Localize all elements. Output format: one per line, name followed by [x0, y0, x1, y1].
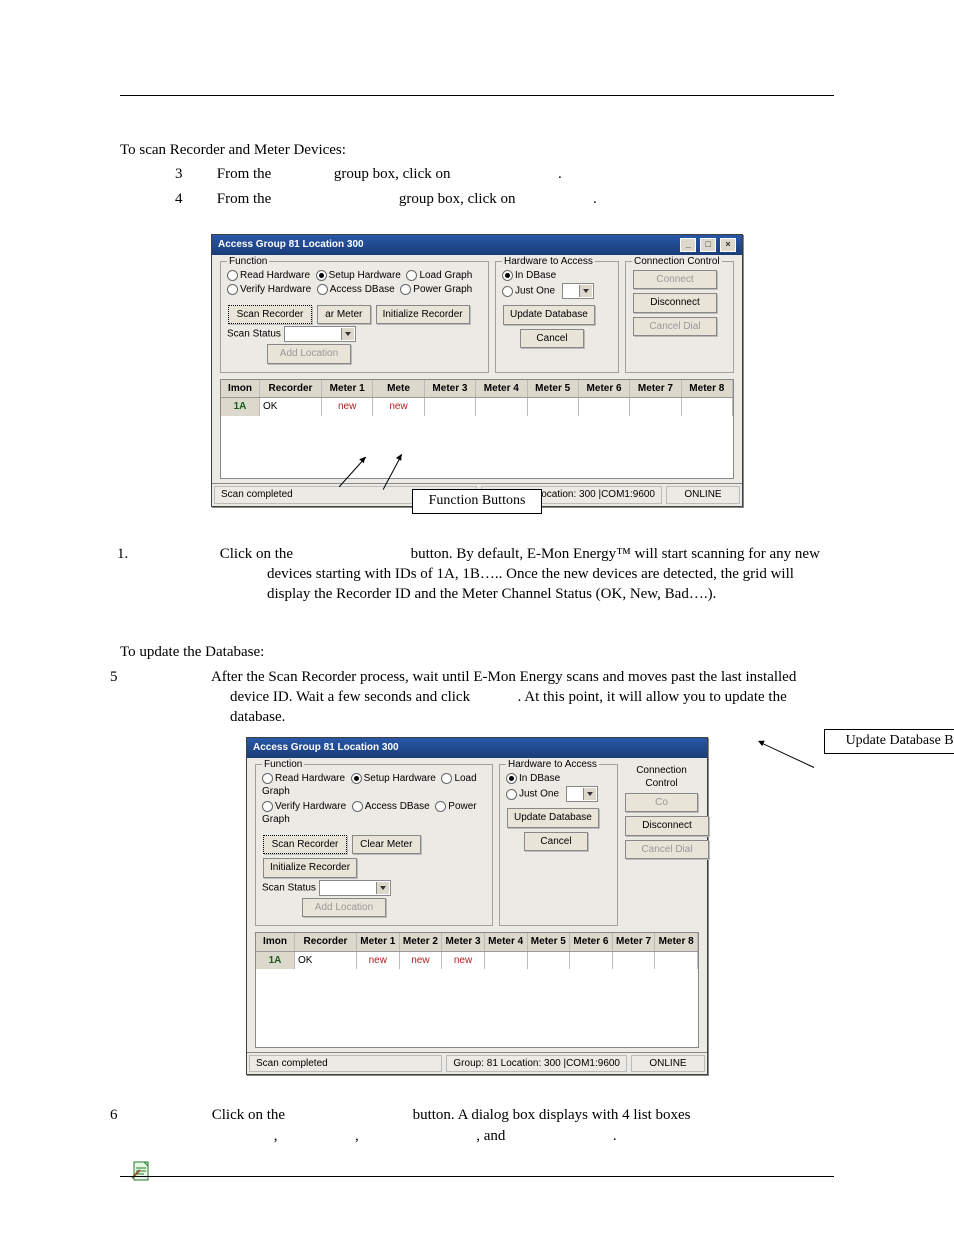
step-6: 6 Click on the button. A dialog box disp…	[130, 1105, 834, 1146]
step-4-text-c: .	[593, 191, 597, 207]
callout-function-buttons: Function Buttons	[412, 489, 542, 514]
radio-setup-hardware[interactable]	[316, 270, 327, 281]
hw-legend: Hardware to Access	[502, 255, 595, 269]
function-legend: Function	[227, 255, 269, 269]
note-icon	[130, 1158, 154, 1186]
body-text: To scan Recorder and Meter Devices: 3 Fr…	[120, 140, 834, 1192]
radio-verify-hardware[interactable]	[227, 284, 238, 295]
radio-read-hardware[interactable]	[227, 270, 238, 281]
page: To scan Recorder and Meter Devices: 3 Fr…	[0, 0, 954, 1252]
initialize-recorder-button[interactable]: Initialize Recorder	[263, 858, 357, 878]
disconnect-button[interactable]: Disconnect	[633, 293, 717, 313]
maximize-icon[interactable]: □	[700, 238, 716, 252]
access-group-window-1: Access Group 81 Location 300 _ □ × Funct…	[211, 234, 743, 507]
window-control-buttons[interactable]: _ □ ×	[679, 238, 736, 252]
hardware-access-group: Hardware to Access In DBase Just One Upd…	[495, 261, 619, 373]
window2-wrap: Access Group 81 Location 300 Function Re…	[120, 737, 834, 1075]
heading-update-db: To update the Database:	[120, 642, 834, 662]
top-panel: Function Read Hardware Setup Hardware Lo…	[212, 255, 742, 375]
step-1b: button. By default, E-Mon Energy™ will s…	[267, 546, 820, 603]
hardware-access-group: Hardware to Access In DBase Just One Upd…	[499, 764, 618, 927]
step-3-num: 3	[175, 164, 213, 184]
step-3-text-a: From the	[217, 166, 275, 182]
device-grid: Imon Recorder Meter 1 Meter 2 Meter 3 Me…	[255, 932, 699, 1048]
minimize-icon[interactable]: _	[680, 238, 696, 252]
top-panel: Function Read Hardware Setup Hardware Lo…	[247, 758, 707, 929]
scan-recorder-button[interactable]: Scan Recorder	[228, 305, 312, 325]
scan-recorder-button[interactable]: Scan Recorder	[263, 835, 347, 855]
connect-button[interactable]: Connect	[633, 270, 717, 290]
step-1a: Click on the	[220, 546, 297, 562]
step-5: 5 After the Scan Recorder process, wait …	[130, 667, 834, 728]
cancel-dial-button[interactable]: Cancel Dial	[633, 317, 717, 337]
step-1-num: 1.	[192, 544, 216, 564]
conn-legend: Connection Control	[632, 255, 722, 269]
function-group: Function Read Hardware Setup Hardware Lo…	[220, 261, 489, 373]
step-4-text-b: group box, click on	[399, 191, 519, 207]
step-5-num: 5	[170, 667, 208, 687]
access-group-window-2: Access Group 81 Location 300 Function Re…	[246, 737, 708, 1075]
update-database-button[interactable]: Update Database	[503, 305, 595, 325]
add-location-button[interactable]: Add Location	[302, 898, 386, 918]
step-4-num: 4	[175, 189, 213, 209]
just-one-select[interactable]	[562, 283, 594, 299]
clear-meter-button[interactable]: ar Meter	[317, 305, 371, 325]
window-titlebar: Access Group 81 Location 300	[247, 738, 707, 758]
window-title: Access Group 81 Location 300	[253, 741, 399, 755]
grid-row: 1A OK new new	[221, 398, 733, 416]
grid-header: Imon Recorder Meter 1 Mete Meter 3 Meter…	[221, 380, 733, 399]
bottom-rule	[120, 1176, 834, 1177]
radio-in-dbase[interactable]	[502, 270, 513, 281]
scan-status-label: Scan Status	[227, 329, 281, 340]
update-database-button[interactable]: Update Database	[507, 808, 599, 828]
scan-status-select[interactable]	[319, 880, 391, 896]
connection-control-group: Connection Control Connect Disconnect Ca…	[625, 261, 734, 373]
step-6-num: 6	[170, 1105, 208, 1125]
step-4: 4 From the group box, click on .	[175, 189, 834, 209]
clear-meter-button[interactable]: Clear Meter	[352, 835, 421, 855]
heading-scan-devices: To scan Recorder and Meter Devices:	[120, 140, 834, 160]
add-location-button[interactable]: Add Location	[267, 344, 351, 364]
device-grid: Imon Recorder Meter 1 Mete Meter 3 Meter…	[220, 379, 734, 480]
top-rule	[120, 95, 834, 96]
cancel-button[interactable]: Cancel	[524, 832, 588, 852]
step-4-text-a: From the	[217, 191, 275, 207]
close-icon[interactable]: ×	[720, 238, 736, 252]
callout-label: Function Buttons	[412, 489, 542, 514]
cancel-button[interactable]: Cancel	[520, 329, 584, 349]
step-1: 1. Click on the button. By default, E-Mo…	[152, 544, 834, 605]
connection-control-group: Connection Control Co Disconnect Cancel …	[624, 764, 699, 927]
arrow-icon	[759, 742, 814, 768]
step-3-text-b: group box, click on	[334, 166, 454, 182]
step-3-text-c: .	[558, 166, 562, 182]
function-group: Function Read Hardware Setup Hardware Lo…	[255, 764, 493, 927]
scan-status-select[interactable]	[284, 326, 356, 342]
radio-just-one[interactable]	[502, 286, 513, 297]
callout-update-database: Update Database Button	[824, 729, 954, 754]
status-right: ONLINE	[666, 486, 740, 504]
window-titlebar: Access Group 81 Location 300 _ □ ×	[212, 235, 742, 255]
grid-body: 1A OK new new	[221, 398, 733, 478]
radio-access-dbase[interactable]	[317, 284, 328, 295]
step-3: 3 From the group box, click on .	[175, 164, 834, 184]
initialize-recorder-button[interactable]: Initialize Recorder	[376, 305, 470, 325]
window-title: Access Group 81 Location 300	[218, 238, 364, 252]
radio-power-graph[interactable]	[400, 284, 411, 295]
radio-load-graph[interactable]	[406, 270, 417, 281]
